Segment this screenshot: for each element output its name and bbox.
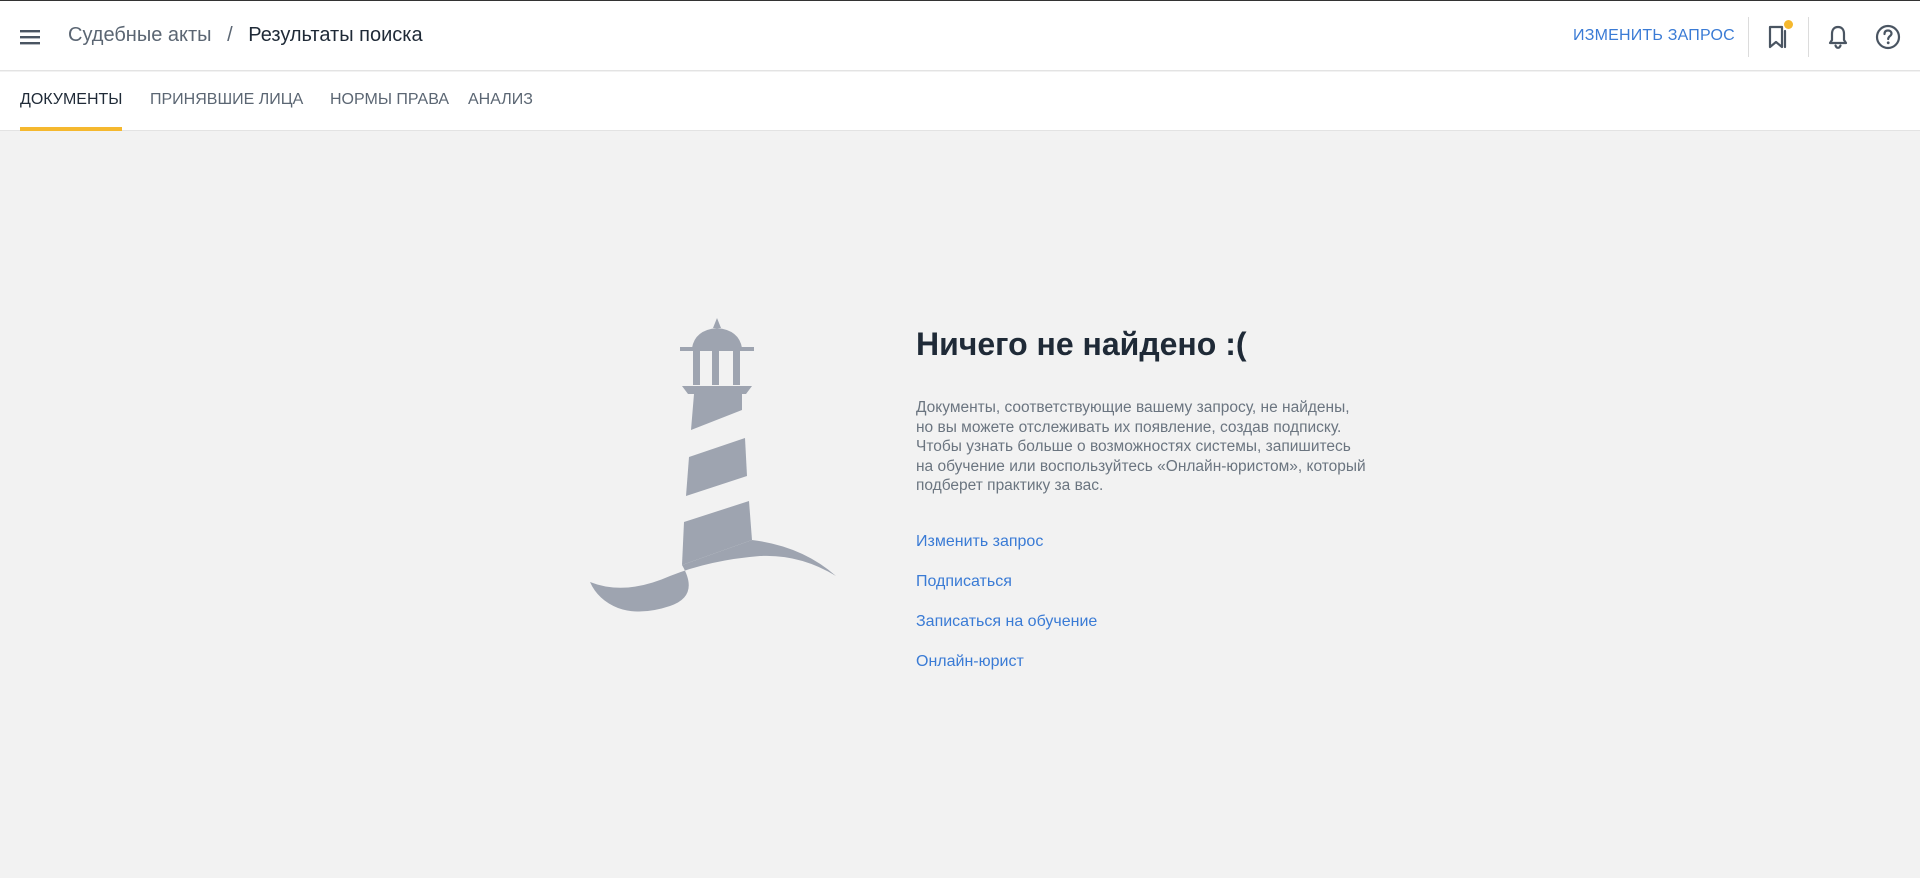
tab-decision-makers[interactable]: ПРИНЯВШИЕ ЛИЦА <box>150 72 303 131</box>
description-line: на обучение или воспользуйтесь «Онлайн-ю… <box>916 457 1366 475</box>
description-line: подберет практику за вас. <box>916 477 1104 494</box>
lighthouse-illustration <box>590 318 840 628</box>
subscribe-link[interactable]: Подписаться <box>916 573 1012 591</box>
description-line: Чтобы узнать больше о возможностях систе… <box>916 438 1351 455</box>
breadcrumb-separator: / <box>227 24 233 46</box>
header-divider <box>1808 17 1809 57</box>
bell-icon[interactable] <box>1822 21 1854 53</box>
breadcrumb-section[interactable]: Судебные акты <box>68 24 212 46</box>
tab-bar: ДОКУМЕНТЫ ПРИНЯВШИЕ ЛИЦА НОРМЫ ПРАВА АНА… <box>0 72 1920 131</box>
page-title: Результаты поиска <box>248 24 423 46</box>
breadcrumb: Судебные акты / Результаты поиска <box>68 24 423 47</box>
online-lawyer-link[interactable]: Онлайн-юрист <box>916 653 1024 671</box>
top-bar: Судебные акты / Результаты поиска ИЗМЕНИ… <box>0 0 1920 71</box>
tab-analysis[interactable]: АНАЛИЗ <box>468 72 533 131</box>
description-line: но вы можете отслеживать их появление, с… <box>916 418 1342 436</box>
header-divider <box>1748 17 1749 57</box>
change-query-button[interactable]: ИЗМЕНИТЬ ЗАПРОС <box>1573 27 1735 45</box>
menu-icon[interactable] <box>14 23 46 51</box>
sign-up-training-link[interactable]: Записаться на обучение <box>916 613 1097 631</box>
tab-documents[interactable]: ДОКУМЕНТЫ <box>20 72 123 131</box>
notification-dot <box>1784 20 1793 29</box>
change-query-link[interactable]: Изменить запрос <box>916 533 1043 551</box>
empty-state-title: Ничего не найдено :( <box>916 326 1247 362</box>
description-line: Документы, соответствующие вашему запрос… <box>916 399 1350 416</box>
tab-legal-norms[interactable]: НОРМЫ ПРАВА <box>330 72 449 131</box>
help-icon[interactable] <box>1872 21 1904 53</box>
empty-state-description: Документы, соответствующие вашему запрос… <box>916 398 1416 496</box>
